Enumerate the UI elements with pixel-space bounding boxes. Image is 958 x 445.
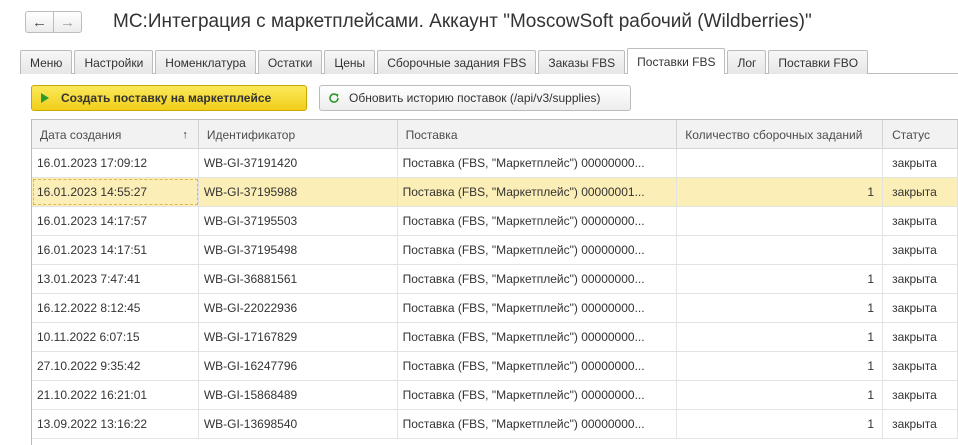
cell-task-count[interactable]: 1 <box>677 178 884 206</box>
forward-button[interactable]: → <box>53 11 82 33</box>
cell-identifier[interactable]: WB-GI-37191420 <box>199 149 398 177</box>
cell-supply[interactable]: Поставка (FBS, "Маркетплейс") 00000000..… <box>398 149 678 177</box>
cell-task-count[interactable]: 1 <box>677 410 884 438</box>
tab-stock[interactable]: Остатки <box>257 50 323 74</box>
play-icon <box>41 93 49 103</box>
create-supply-label: Создать поставку на маркетплейсе <box>61 91 272 105</box>
table-row[interactable]: 16.12.2022 8:12:45 WB-GI-22022936 Поставка… <box>32 294 958 323</box>
cell-task-count[interactable] <box>677 207 884 235</box>
cell-task-count[interactable]: 1 <box>677 323 884 351</box>
cell-task-count[interactable]: 1 <box>677 352 884 380</box>
supplies-table: Дата создания ↑ Идентификатор Поставка К… <box>31 119 958 445</box>
arrow-left-icon: ← <box>32 13 47 31</box>
tab-nomenclature[interactable]: Номенклатура <box>155 50 256 74</box>
cell-date[interactable]: 21.10.2022 16:21:01 <box>32 381 199 409</box>
table-row[interactable]: 16.01.2023 17:09:12 WB-GI-37191420 Поставк… <box>32 149 958 178</box>
tab-bar: Меню Настройки Номенклатура Остатки Цены… <box>20 48 958 74</box>
tab-fbs-supplies[interactable]: Поставки FBS <box>627 48 726 74</box>
refresh-supplies-label: Обновить историю поставок (/api/v3/suppl… <box>349 91 601 105</box>
tab-fbo-supplies[interactable]: Поставки FBO <box>768 50 869 74</box>
table-header: Дата создания ↑ Идентификатор Поставка К… <box>32 120 958 149</box>
column-header-date[interactable]: Дата создания ↑ <box>32 120 199 149</box>
column-header-status[interactable]: Статус <box>883 120 958 149</box>
cell-supply[interactable]: Поставка (FBS, "Маркетплейс") 00000001..… <box>398 178 678 206</box>
cell-supply[interactable]: Поставка (FBS, "Маркетплейс") 00000000..… <box>398 294 678 322</box>
table-row[interactable]: 16.01.2023 14:17:51 WB-GI-37195498 Поставк… <box>32 236 958 265</box>
table-row[interactable]: 16.01.2023 14:17:57 WB-GI-37195503 Поставк… <box>32 207 958 236</box>
table-body: 16.01.2023 17:09:12 WB-GI-37191420 Поставк… <box>32 149 958 439</box>
cell-supply[interactable]: Поставка (FBS, "Маркетплейс") 00000000..… <box>398 265 678 293</box>
cell-status[interactable]: закрыта <box>883 236 958 264</box>
cell-task-count[interactable] <box>677 149 884 177</box>
tab-settings[interactable]: Настройки <box>74 50 154 74</box>
cell-supply[interactable]: Поставка (FBS, "Маркетплейс") 00000000..… <box>398 381 678 409</box>
cell-status[interactable]: закрыта <box>883 265 958 293</box>
refresh-supplies-button[interactable]: Обновить историю поставок (/api/v3/suppl… <box>319 85 631 111</box>
cell-identifier[interactable]: WB-GI-37195988 <box>199 178 398 206</box>
title-bar: ← → МС:Интеграция с маркетплейсами. Акка… <box>0 0 958 44</box>
tab-fbs-orders[interactable]: Заказы FBS <box>538 50 626 74</box>
cell-status[interactable]: закрыта <box>883 294 958 322</box>
cell-task-count[interactable]: 1 <box>677 381 884 409</box>
cell-date[interactable]: 10.11.2022 6:07:15 <box>32 323 199 351</box>
table-row[interactable]: 13.01.2023 7:47:41 WB-GI-36881561 Поставка… <box>32 265 958 294</box>
cell-date[interactable]: 16.01.2023 14:17:57 <box>32 207 199 235</box>
cell-identifier[interactable]: WB-GI-36881561 <box>199 265 398 293</box>
cell-identifier[interactable]: WB-GI-16247796 <box>199 352 398 380</box>
arrow-right-icon: → <box>60 13 75 31</box>
cell-date[interactable]: 16.01.2023 17:09:12 <box>32 149 199 177</box>
cell-task-count[interactable]: 1 <box>677 265 884 293</box>
tab-prices[interactable]: Цены <box>324 50 376 74</box>
cell-status[interactable]: закрыта <box>883 381 958 409</box>
cell-date[interactable]: 16.12.2022 8:12:45 <box>32 294 199 322</box>
back-button[interactable]: ← <box>25 11 54 33</box>
window-title: МС:Интеграция с маркетплейсами. Аккаунт … <box>113 11 812 32</box>
cell-task-count[interactable]: 1 <box>677 294 884 322</box>
table-row[interactable]: 16.01.2023 14:55:27 WB-GI-37195988 Поставк… <box>32 178 958 207</box>
sort-ascending-icon: ↑ <box>182 128 188 141</box>
cell-status[interactable]: закрыта <box>883 207 958 235</box>
cell-identifier[interactable]: WB-GI-37195503 <box>199 207 398 235</box>
tab-log[interactable]: Лог <box>727 50 767 74</box>
column-header-supply[interactable]: Поставка <box>398 120 678 149</box>
cell-supply[interactable]: Поставка (FBS, "Маркетплейс") 00000000..… <box>398 207 678 235</box>
cell-status[interactable]: закрыта <box>883 410 958 438</box>
cell-identifier[interactable]: WB-GI-13698540 <box>199 410 398 438</box>
cell-date[interactable]: 16.01.2023 14:17:51 <box>32 236 199 264</box>
cell-supply[interactable]: Поставка (FBS, "Маркетплейс") 00000000..… <box>398 323 678 351</box>
tab-menu[interactable]: Меню <box>20 50 73 74</box>
table-row[interactable]: 21.10.2022 16:21:01 WB-GI-15868489 Поставк… <box>32 381 958 410</box>
cell-date[interactable]: 13.09.2022 13:16:22 <box>32 410 199 438</box>
cell-task-count[interactable] <box>677 236 884 264</box>
cell-date[interactable]: 13.01.2023 7:47:41 <box>32 265 199 293</box>
column-header-identifier[interactable]: Идентификатор <box>199 120 398 149</box>
cell-status[interactable]: закрыта <box>883 323 958 351</box>
cell-status[interactable]: закрыта <box>883 352 958 380</box>
column-header-label: Дата создания <box>40 127 122 142</box>
column-header-task-count[interactable]: Количество сборочных заданий <box>677 120 884 149</box>
cell-supply[interactable]: Поставка (FBS, "Маркетплейс") 00000000..… <box>398 410 678 438</box>
cell-status[interactable]: закрыта <box>883 178 958 206</box>
cell-supply[interactable]: Поставка (FBS, "Маркетплейс") 00000000..… <box>398 236 678 264</box>
cell-identifier[interactable]: WB-GI-22022936 <box>199 294 398 322</box>
table-row[interactable]: 27.10.2022 9:35:42 WB-GI-16247796 Поставка… <box>32 352 958 381</box>
tab-fbs-assembly-tasks[interactable]: Сборочные задания FBS <box>377 50 537 74</box>
cell-date[interactable]: 16.01.2023 14:55:27 <box>32 178 199 206</box>
cell-identifier[interactable]: WB-GI-37195498 <box>199 236 398 264</box>
table-row[interactable]: 10.11.2022 6:07:15 WB-GI-17167829 Поставка… <box>32 323 958 352</box>
cell-identifier[interactable]: WB-GI-15868489 <box>199 381 398 409</box>
cell-date[interactable]: 27.10.2022 9:35:42 <box>32 352 199 380</box>
cell-status[interactable]: закрыта <box>883 149 958 177</box>
cell-identifier[interactable]: WB-GI-17167829 <box>199 323 398 351</box>
table-row[interactable]: 13.09.2022 13:16:22 WB-GI-13698540 Поставк… <box>32 410 958 439</box>
create-supply-button[interactable]: Создать поставку на маркетплейсе <box>31 85 307 111</box>
cell-supply[interactable]: Поставка (FBS, "Маркетплейс") 00000000..… <box>398 352 678 380</box>
refresh-icon <box>329 93 339 103</box>
